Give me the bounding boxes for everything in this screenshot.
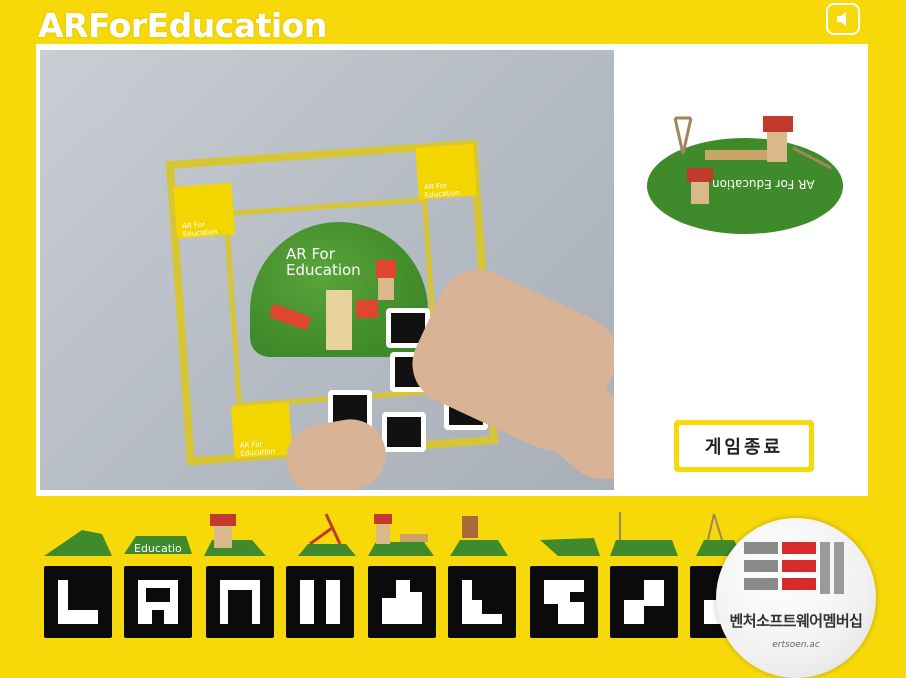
board-corner-bottom-left: AR For Education [230, 402, 293, 459]
board-corner-top-right: AR For Education [415, 143, 477, 200]
marker-tile-7[interactable] [530, 566, 598, 638]
piece-logo-label: Educatio [134, 542, 182, 555]
marker-tile-3[interactable] [206, 566, 274, 638]
watermark-seal: 벤처소프트웨어멤버십 ertsoen.ac [716, 518, 876, 678]
marker-tile-4[interactable] [286, 566, 354, 638]
marker-card[interactable] [382, 412, 426, 452]
watermark-logo [744, 542, 844, 594]
marker-tile-2[interactable] [124, 566, 192, 638]
board-corner-top-left: AR For Education [173, 182, 236, 239]
piece-bench-tower[interactable] [366, 510, 436, 560]
piece-flag-pole[interactable] [608, 510, 680, 560]
end-game-label: 게임종료 [679, 425, 809, 467]
piece-grass-wedge[interactable] [42, 510, 114, 560]
marker-tile-1[interactable] [44, 566, 112, 638]
end-game-button[interactable]: 게임종료 [674, 420, 814, 472]
piece-slide-house[interactable] [202, 510, 268, 560]
piece-grass-slab[interactable] [538, 510, 602, 560]
sound-button[interactable] [826, 3, 860, 35]
piece-red-chair[interactable] [448, 510, 510, 560]
piece-swing-slide[interactable] [296, 510, 358, 560]
piece-logo-plate[interactable]: Educatio [122, 510, 196, 560]
speaker-icon [837, 12, 846, 26]
preview-label: AR For Education [712, 177, 815, 191]
app-title: ARForEducation [38, 6, 327, 45]
marker-tile-6[interactable] [448, 566, 516, 638]
watermark-text: 벤처소프트웨어멤버십 [729, 612, 863, 630]
watermark-url: ertsoen.ac [772, 640, 820, 650]
preview-image [647, 116, 843, 234]
marker-tile-8[interactable] [610, 566, 678, 638]
marker-tile-5[interactable] [368, 566, 436, 638]
camera-view: AR For Education AR For Education AR For… [40, 50, 614, 490]
